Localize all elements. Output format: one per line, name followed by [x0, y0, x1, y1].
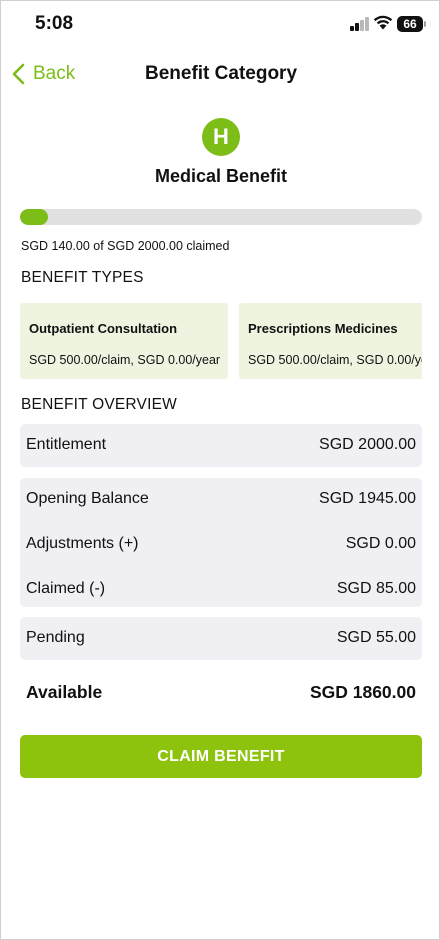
opening-balance-value: SGD 1945.00 [319, 490, 416, 507]
claimed-label: Claimed (-) [26, 580, 106, 597]
benefit-type-card[interactable]: Outpatient Consultation SGD 500.00/claim… [20, 303, 228, 379]
battery-icon: 66 [397, 16, 427, 32]
app-frame: 5:08 66 Back Benefit Category H Medical … [0, 0, 440, 940]
available-label: Available [26, 682, 103, 702]
adjustments-label: Adjustments (+) [26, 535, 139, 552]
benefit-type-card[interactable]: Prescriptions Medicines SGD 500.00/claim… [239, 303, 422, 379]
cellular-signal-icon [350, 17, 370, 31]
pending-value: SGD 55.00 [336, 629, 416, 646]
status-time: 5:08 [35, 13, 74, 34]
available-row: Available SGD 1860.00 [20, 680, 422, 706]
claimed-progress-fill [20, 209, 49, 225]
page-title: Benefit Category [144, 63, 298, 84]
benefit-type-limits: SGD 500.00/claim, SGD 0.00/year [29, 353, 221, 367]
battery-level: 66 [397, 16, 423, 32]
pending-row: Pending SGD 55.00 [20, 625, 422, 655]
claimed-value: SGD 85.00 [336, 580, 416, 597]
status-bar: 5:08 66 [1, 1, 440, 47]
entitlement-label: Entitlement [26, 436, 107, 453]
entitlement-box: Entitlement SGD 2000.00 [20, 424, 422, 467]
claim-benefit-button[interactable]: CLAIM BENEFIT [20, 735, 422, 778]
hospital-icon: H [202, 118, 240, 156]
pending-box: Pending SGD 55.00 [20, 617, 422, 660]
adjustments-value: SGD 0.00 [345, 535, 416, 552]
category-title: Medical Benefit [154, 166, 288, 186]
claimed-progress-bar [20, 209, 422, 225]
balance-box: Opening Balance SGD 1945.00 Adjustments … [20, 478, 422, 607]
available-value: SGD 1860.00 [309, 682, 416, 702]
navigation-bar: Back Benefit Category [1, 55, 440, 95]
claimed-row: Claimed (-) SGD 85.00 [20, 576, 422, 606]
entitlement-value: SGD 2000.00 [319, 436, 416, 453]
opening-balance-label: Opening Balance [26, 490, 149, 507]
benefit-overview-heading: BENEFIT OVERVIEW [21, 396, 177, 413]
benefit-type-limits: SGD 500.00/claim, SGD 0.00/year [248, 353, 422, 367]
benefit-types-carousel[interactable]: Outpatient Consultation SGD 500.00/claim… [20, 303, 422, 379]
entitlement-row: Entitlement SGD 2000.00 [20, 432, 422, 462]
adjustments-row: Adjustments (+) SGD 0.00 [20, 531, 422, 561]
wifi-icon [373, 15, 393, 30]
benefit-types-heading: BENEFIT TYPES [21, 269, 144, 286]
benefit-type-name: Prescriptions Medicines [248, 321, 398, 336]
claimed-summary: SGD 140.00 of SGD 2000.00 claimed [21, 239, 230, 253]
opening-balance-row: Opening Balance SGD 1945.00 [20, 486, 422, 516]
benefit-type-name: Outpatient Consultation [29, 321, 178, 336]
pending-label: Pending [26, 629, 85, 646]
